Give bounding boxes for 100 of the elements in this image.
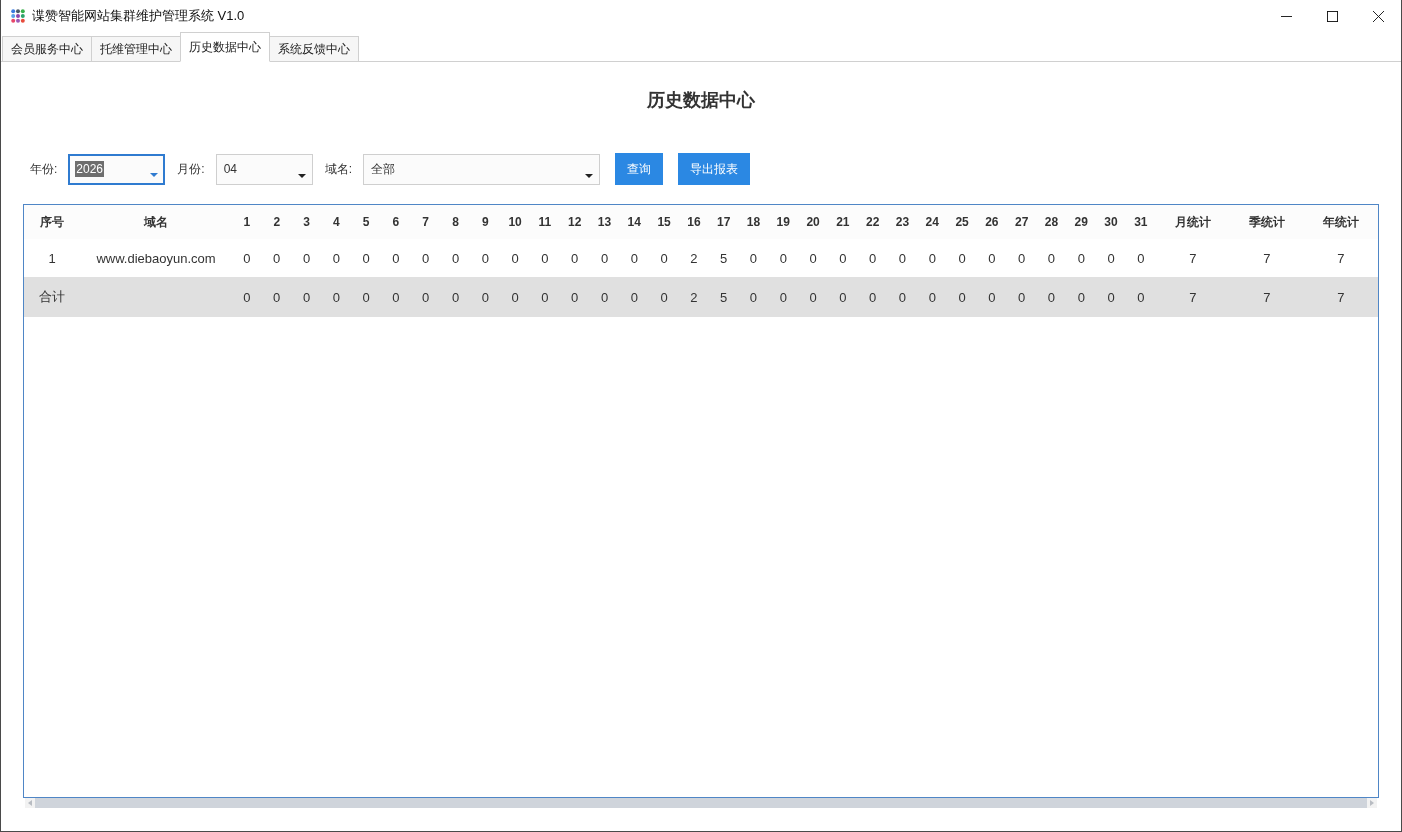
table-cell: 0	[362, 289, 370, 305]
caret-icon	[297, 173, 306, 178]
table-cell: 0	[511, 250, 519, 266]
table-cell: 0	[869, 289, 877, 305]
column-header: 26	[985, 215, 999, 229]
table-cell: 0	[392, 289, 400, 305]
column-header: 15	[657, 215, 671, 229]
table-cell: 0	[273, 289, 281, 305]
column-header: 5	[362, 215, 370, 229]
table-cell: 0	[779, 250, 787, 266]
table-cell: 0	[451, 250, 460, 266]
table-cell: 5	[720, 289, 728, 305]
year-select[interactable]: 2026	[68, 153, 166, 185]
table-cell: 0	[1107, 289, 1115, 305]
column-header: 3	[303, 215, 310, 229]
table-cell: 0	[1018, 289, 1026, 305]
column-header: 6	[392, 215, 400, 229]
tab[interactable]: 会员服务中心	[2, 36, 92, 62]
export-report-button[interactable]: 导出报表	[678, 153, 751, 185]
column-header: 25	[955, 215, 969, 229]
table-cell: 0	[451, 289, 460, 305]
table-cell: 0	[839, 289, 847, 305]
table-cell: 0	[302, 250, 311, 266]
table-cell: 0	[928, 289, 936, 305]
filter-label: 年份:	[30, 160, 58, 178]
column-header: 29	[1074, 215, 1088, 229]
table-cell: 0	[600, 289, 609, 305]
table-cell: 7	[1337, 250, 1345, 266]
column-header: 31	[1134, 215, 1148, 229]
table-cell: 0	[928, 250, 936, 266]
column-header: 2	[273, 215, 281, 229]
table-cell: 0	[958, 289, 966, 305]
close-icon[interactable]	[1372, 10, 1384, 22]
table-cell: 0	[332, 289, 340, 305]
filter-label: 月份:	[177, 160, 205, 178]
table-cell: 0	[630, 250, 638, 266]
table-cell: 7	[1337, 289, 1345, 305]
column-header: 13	[597, 215, 612, 229]
tab[interactable]: 托维管理中心	[91, 36, 181, 62]
table-cell: 0	[839, 250, 847, 266]
column-header: 10	[508, 215, 522, 229]
month-select[interactable]: 04	[215, 153, 313, 185]
table-cell: 2	[690, 289, 698, 305]
table-cell: 0	[1107, 250, 1115, 266]
maximize-icon[interactable]	[1326, 10, 1338, 22]
table-cell: 0	[660, 289, 668, 305]
table-cell: 0	[1047, 289, 1056, 305]
column-header: 7	[422, 215, 430, 229]
table-cell: 0	[362, 250, 370, 266]
table-cell: 0	[809, 250, 817, 266]
column-header: 27	[1014, 215, 1029, 229]
table-cell: 0	[243, 250, 251, 266]
column-header: 12	[568, 215, 582, 229]
column-header: 24	[925, 215, 939, 229]
tab[interactable]: 系统反馈中心	[269, 36, 359, 62]
column-header: 1	[243, 215, 251, 229]
column-header: 月统计	[1174, 214, 1211, 229]
table-cell: 0	[749, 289, 758, 305]
page-title: 历史数据中心	[647, 89, 755, 112]
domain-select[interactable]: 全部	[363, 153, 601, 185]
table-cell: 2	[690, 250, 698, 266]
caret-icon	[150, 172, 159, 177]
column-header: 域名	[144, 214, 168, 229]
query-button[interactable]: 查询	[615, 153, 664, 185]
table-cell: 0	[988, 289, 996, 305]
column-header: 4	[332, 215, 340, 229]
table-cell: 0	[541, 289, 549, 305]
column-header: 季统计	[1248, 214, 1285, 229]
table-cell: 0	[541, 250, 549, 266]
table-cell: 0	[660, 250, 668, 266]
column-header: 30	[1104, 215, 1118, 229]
table-cell: 0	[898, 250, 907, 266]
scroll-right-icon[interactable]	[1370, 800, 1374, 806]
column-header: 28	[1044, 215, 1059, 229]
column-header: 23	[895, 215, 910, 229]
table-cell: www.diebaoyun.com	[96, 250, 216, 266]
column-header: 年统计	[1322, 214, 1359, 229]
caret-icon	[585, 173, 594, 178]
table-cell: 0	[1077, 250, 1085, 266]
table-cell: 0	[422, 250, 430, 266]
table-cell: 0	[1047, 250, 1056, 266]
table-cell: 0	[898, 289, 907, 305]
table-cell: 7	[1189, 289, 1197, 305]
table-cell: 0	[630, 289, 638, 305]
app-logo-icon	[11, 9, 25, 23]
window-title: 谍赞智能网站集群维护管理系统 V1.0	[32, 7, 245, 25]
table-cell: 1	[48, 250, 56, 266]
table-cell: 0	[571, 250, 579, 266]
table-cell: 0	[1077, 289, 1085, 305]
column-header: 21	[836, 215, 850, 229]
table-cell: 0	[1018, 250, 1026, 266]
tab[interactable]: 历史数据中心	[180, 32, 270, 62]
table-cell: 7	[1189, 250, 1197, 266]
scroll-left-icon[interactable]	[28, 800, 32, 806]
table-cell: 0	[392, 250, 400, 266]
table-cell: 0	[988, 250, 996, 266]
column-header: 19	[776, 215, 790, 229]
table-cell: 0	[332, 250, 340, 266]
column-header: 22	[866, 215, 880, 229]
table-cell: 0	[869, 250, 877, 266]
